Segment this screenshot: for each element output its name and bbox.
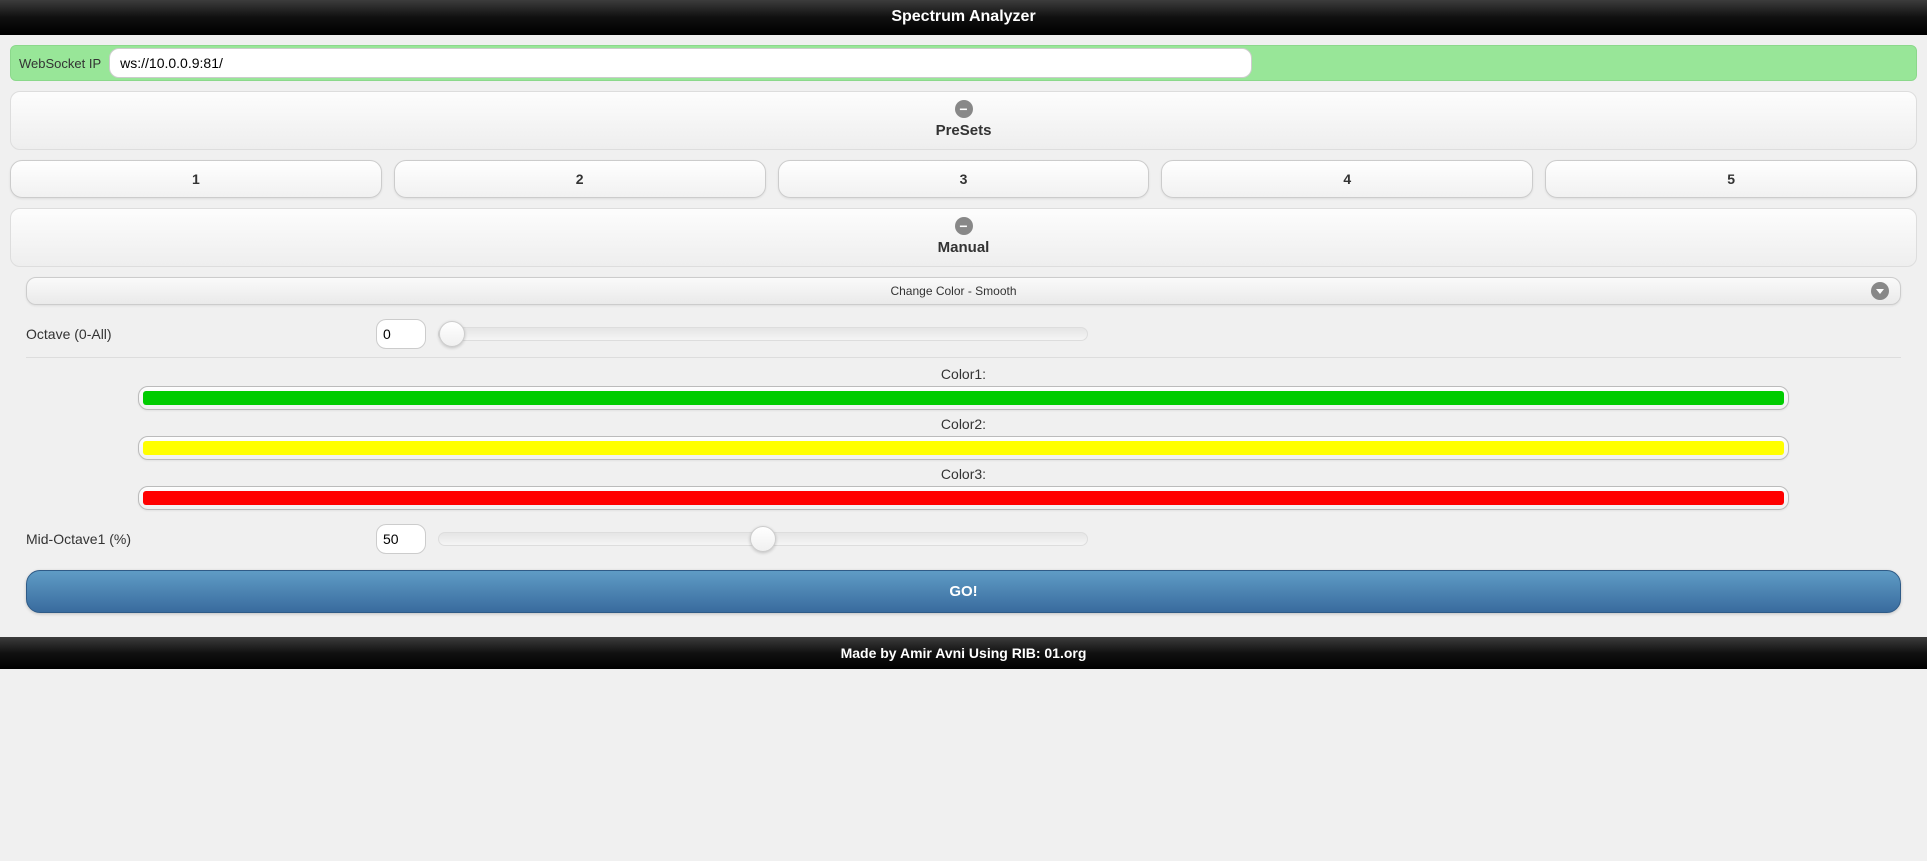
color1-label: Color1: xyxy=(138,366,1789,382)
presets-title: PreSets xyxy=(11,122,1916,139)
color2-swatch xyxy=(143,441,1784,455)
mode-select[interactable]: Change Color - Smooth xyxy=(26,277,1901,305)
divider xyxy=(26,357,1901,358)
octave-row: Octave (0-All) xyxy=(18,315,1909,353)
preset-button-5[interactable]: 5 xyxy=(1545,160,1917,198)
websocket-status xyxy=(1252,46,1916,80)
color1-block: Color1: xyxy=(138,366,1789,410)
color1-picker[interactable] xyxy=(138,386,1789,410)
websocket-row: WebSocket IP xyxy=(10,45,1917,81)
slider-handle[interactable] xyxy=(439,321,465,347)
color2-picker[interactable] xyxy=(138,436,1789,460)
websocket-input[interactable] xyxy=(109,48,1252,78)
manual-section: Change Color - Smooth Octave (0-All) Col… xyxy=(10,277,1917,613)
color3-picker[interactable] xyxy=(138,486,1789,510)
octave-input[interactable] xyxy=(376,319,426,349)
octave-label: Octave (0-All) xyxy=(26,326,376,342)
color2-block: Color2: xyxy=(138,416,1789,460)
preset-button-4[interactable]: 4 xyxy=(1161,160,1533,198)
preset-button-1[interactable]: 1 xyxy=(10,160,382,198)
mid-octave-input[interactable] xyxy=(376,524,426,554)
mid-octave-row: Mid-Octave1 (%) xyxy=(18,520,1909,558)
presets-header[interactable]: PreSets xyxy=(10,91,1917,150)
presets-row: 1 2 3 4 5 xyxy=(10,160,1917,198)
color3-label: Color3: xyxy=(138,466,1789,482)
color1-swatch xyxy=(143,391,1784,405)
app-footer: Made by Amir Avni Using RIB: 01.org xyxy=(0,637,1927,669)
manual-title: Manual xyxy=(11,239,1916,256)
minus-icon[interactable] xyxy=(955,217,973,235)
app-header: Spectrum Analyzer xyxy=(0,0,1927,35)
footer-text: Made by Amir Avni Using RIB: 01.org xyxy=(841,645,1087,661)
color2-label: Color2: xyxy=(138,416,1789,432)
manual-header[interactable]: Manual xyxy=(10,208,1917,267)
slider-handle[interactable] xyxy=(750,526,776,552)
color3-swatch xyxy=(143,491,1784,505)
main-content: WebSocket IP PreSets 1 2 3 4 5 Manual Ch… xyxy=(0,35,1927,627)
minus-icon[interactable] xyxy=(955,100,973,118)
mode-select-value[interactable]: Change Color - Smooth xyxy=(26,277,1901,305)
color3-block: Color3: xyxy=(138,466,1789,510)
chevron-down-icon[interactable] xyxy=(1871,282,1889,300)
websocket-label: WebSocket IP xyxy=(11,46,109,80)
octave-slider[interactable] xyxy=(438,327,1088,341)
preset-button-2[interactable]: 2 xyxy=(394,160,766,198)
mid-octave-label: Mid-Octave1 (%) xyxy=(26,531,376,547)
app-title: Spectrum Analyzer xyxy=(891,8,1035,25)
mid-octave-slider[interactable] xyxy=(438,532,1088,546)
go-button[interactable]: GO! xyxy=(26,570,1901,613)
preset-button-3[interactable]: 3 xyxy=(778,160,1150,198)
